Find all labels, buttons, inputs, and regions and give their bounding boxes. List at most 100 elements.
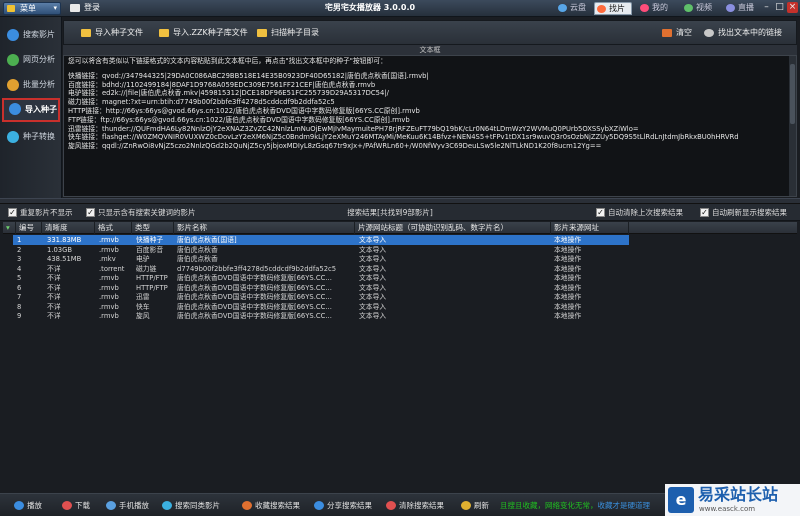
tab-cloud[interactable]: 云盘 <box>556 2 586 15</box>
tab-mine[interactable]: 我的 <box>638 2 668 15</box>
cell-site-title: 文本导入 <box>359 274 387 282</box>
sidebar-item-batch-analysis[interactable]: 批量分析 <box>2 75 60 95</box>
table-row[interactable]: 5 不详 .rmvb HTTP/FTP 唐伯虎点秋香DVD国语中字数码修复版[66YS.… <box>3 273 797 283</box>
sidebar-item-webpage-analysis[interactable]: 网页分析 <box>2 50 60 70</box>
cell-format: .rmvb <box>99 302 119 311</box>
import-zzk-button[interactable]: 导入.ZZK种子库文件 <box>159 25 248 41</box>
refresh-button[interactable]: 刷新 <box>461 499 489 512</box>
auto-clear-label: 自动清除上次搜索结果 <box>608 208 683 217</box>
cell-type: 迅雷 <box>136 293 150 301</box>
favorite-results-button[interactable]: 收藏搜索结果 <box>242 499 300 512</box>
result-table: 1 331.83MB .rmvb 快播种子 唐伯虎点秋香[国语] 文本导入 本地操作 2 1.0… <box>3 235 797 485</box>
cell-format: .torrent <box>99 264 125 273</box>
sidebar-item-label: 种子转换 <box>23 132 55 141</box>
table-row[interactable]: 3 438.51MB .mkv 电驴 唐伯虎点秋香 文本导入 本地操作 <box>3 254 797 264</box>
scan-torrent-dir-button[interactable]: 扫描种子目录 <box>257 25 319 41</box>
col-header-source-url[interactable]: 影片来源网址 <box>551 222 629 234</box>
tab-find[interactable]: 找片 <box>594 2 632 15</box>
cell-site-title: 文本导入 <box>359 302 387 311</box>
tab-cloud-label: 云盘 <box>570 3 586 12</box>
maximize-button[interactable]: □ <box>774 2 785 13</box>
video-icon <box>684 4 693 12</box>
clear-results-button[interactable]: 清除搜索结果 <box>386 499 444 512</box>
minimize-button[interactable]: – <box>761 2 772 13</box>
link-textarea[interactable]: 您可以将含有类似以下链接格式的文本内容粘贴到此文本框中后，再点击"找出文本框中的… <box>63 55 797 197</box>
cell-name: 唐伯虎点秋香[国语] <box>177 236 237 244</box>
cell-type: HTTP/FTP <box>136 274 168 282</box>
cell-type: HTTP/FTP <box>136 283 168 292</box>
auto-clear-checkbox[interactable]: ✓ 自动清除上次搜索结果 <box>596 207 683 218</box>
main-menu-button[interactable]: 菜单 ▾ <box>3 2 61 15</box>
sidebar-item-label: 导入种子 <box>25 105 57 114</box>
cell-site-title: 文本导入 <box>359 255 387 263</box>
col-header-id[interactable]: 编号 <box>16 222 42 234</box>
cell-id: 3 <box>17 255 22 263</box>
auto-refresh-checkbox[interactable]: ✓ 自动刷新显示搜索结果 <box>700 207 787 218</box>
batch-icon <box>7 79 19 91</box>
import-icon <box>9 103 21 115</box>
sidebar-item-import-torrent[interactable]: 导入种子 <box>2 98 60 122</box>
folder-icon <box>257 29 267 37</box>
chevron-down-icon: ▾ <box>53 4 57 12</box>
col-header-type[interactable]: 类型 <box>132 222 174 234</box>
watermark-logo: e <box>668 487 694 513</box>
close-button[interactable]: × <box>787 2 798 13</box>
cell-name: 唐伯虎点秋香 <box>177 255 218 263</box>
table-row[interactable]: 7 不详 .rmvb 迅雷 唐伯虎点秋香DVD国语中字数码修复版[66YS.CC... 文… <box>3 292 797 302</box>
table-row[interactable]: 2 1.03GB .rmvb 百度影音 唐伯虎点秋香 文本导入 本地操作 <box>3 245 797 255</box>
refresh-icon <box>461 501 471 510</box>
search-result-title: 搜索结果[共找到9部影片] <box>347 208 433 217</box>
col-header-format[interactable]: 格式 <box>95 222 132 234</box>
favorite-results-label: 收藏搜索结果 <box>255 501 300 510</box>
textframe-line: 快车链接：flashget://W0ZMQVNIR0VUXWZ0cDovLzY2… <box>68 133 739 142</box>
cell-site-title: 文本导入 <box>359 245 387 254</box>
textframe-line: FTP链接：ftp://66ys:66ys@gvod.66ys.cn:1022/… <box>68 115 410 124</box>
pin-icon: ▾ <box>3 222 16 234</box>
cell-quality: 不详 <box>47 264 61 273</box>
login-link[interactable]: 登录 <box>70 2 100 14</box>
cell-type: 电驴 <box>136 255 150 263</box>
play-button[interactable]: 播放 <box>14 499 42 512</box>
col-header-name[interactable]: 影片名称 <box>174 222 355 234</box>
table-row[interactable]: 8 不详 .rmvb 快车 唐伯虎点秋香DVD国语中字数码修复版[66YS.CC... 文… <box>3 302 797 312</box>
cell-format: .rmvb <box>99 245 119 254</box>
app-title: 宅男宅女播放器 3.0.0.0 <box>324 3 416 12</box>
textframe-intro: 您可以将含有类似以下链接格式的文本内容粘贴到此文本框中后，再点击"找出文本框中的… <box>68 57 387 65</box>
table-row[interactable]: 4 不详 .torrent 磁力链 d7749b00f2bbfe3ff4278d5cdd… <box>3 264 797 274</box>
cell-type: 磁力链 <box>136 264 157 273</box>
user-card-icon <box>70 4 80 12</box>
sidebar-item-label: 批量分析 <box>23 80 55 89</box>
col-header-site-title[interactable]: 片源网站标题（可协助识别乱码、数字片名） <box>355 222 551 234</box>
cell-source-url: 本地操作 <box>554 236 582 244</box>
tab-live[interactable]: 直播 <box>724 2 754 15</box>
mobile-play-button[interactable]: 手机播放 <box>106 499 149 512</box>
download-button[interactable]: 下载 <box>62 499 90 512</box>
vertical-scrollbar[interactable] <box>789 56 796 196</box>
share-results-button[interactable]: 分享搜索结果 <box>314 499 372 512</box>
keyword-only-checkbox[interactable]: ✓ 只显示含有搜索关键词的影片 <box>86 207 196 218</box>
heart-icon <box>640 4 649 12</box>
tab-live-label: 直播 <box>738 3 754 12</box>
clear-button[interactable]: 清空 <box>662 25 692 41</box>
cell-site-title: 文本导入 <box>359 283 387 292</box>
import-torrent-file-button[interactable]: 导入种子文件 <box>81 25 143 41</box>
cell-id: 9 <box>17 312 22 320</box>
table-row[interactable]: 1 331.83MB .rmvb 快播种子 唐伯虎点秋香[国语] 文本导入 本地操作 <box>3 235 797 245</box>
cell-format: .rmvb <box>99 312 119 320</box>
sidebar-item-torrent-convert[interactable]: 种子转换 <box>2 127 60 147</box>
tab-video[interactable]: 视频 <box>682 2 712 15</box>
scrollbar-thumb[interactable] <box>790 64 795 124</box>
search-similar-button[interactable]: 搜索同类影片 <box>162 499 220 512</box>
hide-duplicates-checkbox[interactable]: ✓ 重复影片不显示 <box>8 207 73 218</box>
table-row[interactable]: 9 不详 .rmvb 旋风 唐伯虎点秋香DVD国语中字数码修复版[66YS.CC... 文… <box>3 311 797 321</box>
table-row[interactable]: 6 不详 .rmvb HTTP/FTP 唐伯虎点秋香DVD国语中字数码修复版[66YS.… <box>3 283 797 293</box>
cell-format: .rmvb <box>99 293 119 301</box>
cell-id: 7 <box>17 293 22 301</box>
sidebar-item-search[interactable]: 搜索影片 <box>2 25 60 45</box>
tab-video-label: 视频 <box>696 3 712 12</box>
folder-icon <box>159 29 169 37</box>
auto-refresh-label: 自动刷新显示搜索结果 <box>712 208 787 217</box>
textframe-title: 文本框 <box>63 45 797 55</box>
col-header-quality[interactable]: 清晰度 <box>42 222 95 234</box>
extract-links-button[interactable]: 找出文本中的链接 <box>704 25 782 41</box>
